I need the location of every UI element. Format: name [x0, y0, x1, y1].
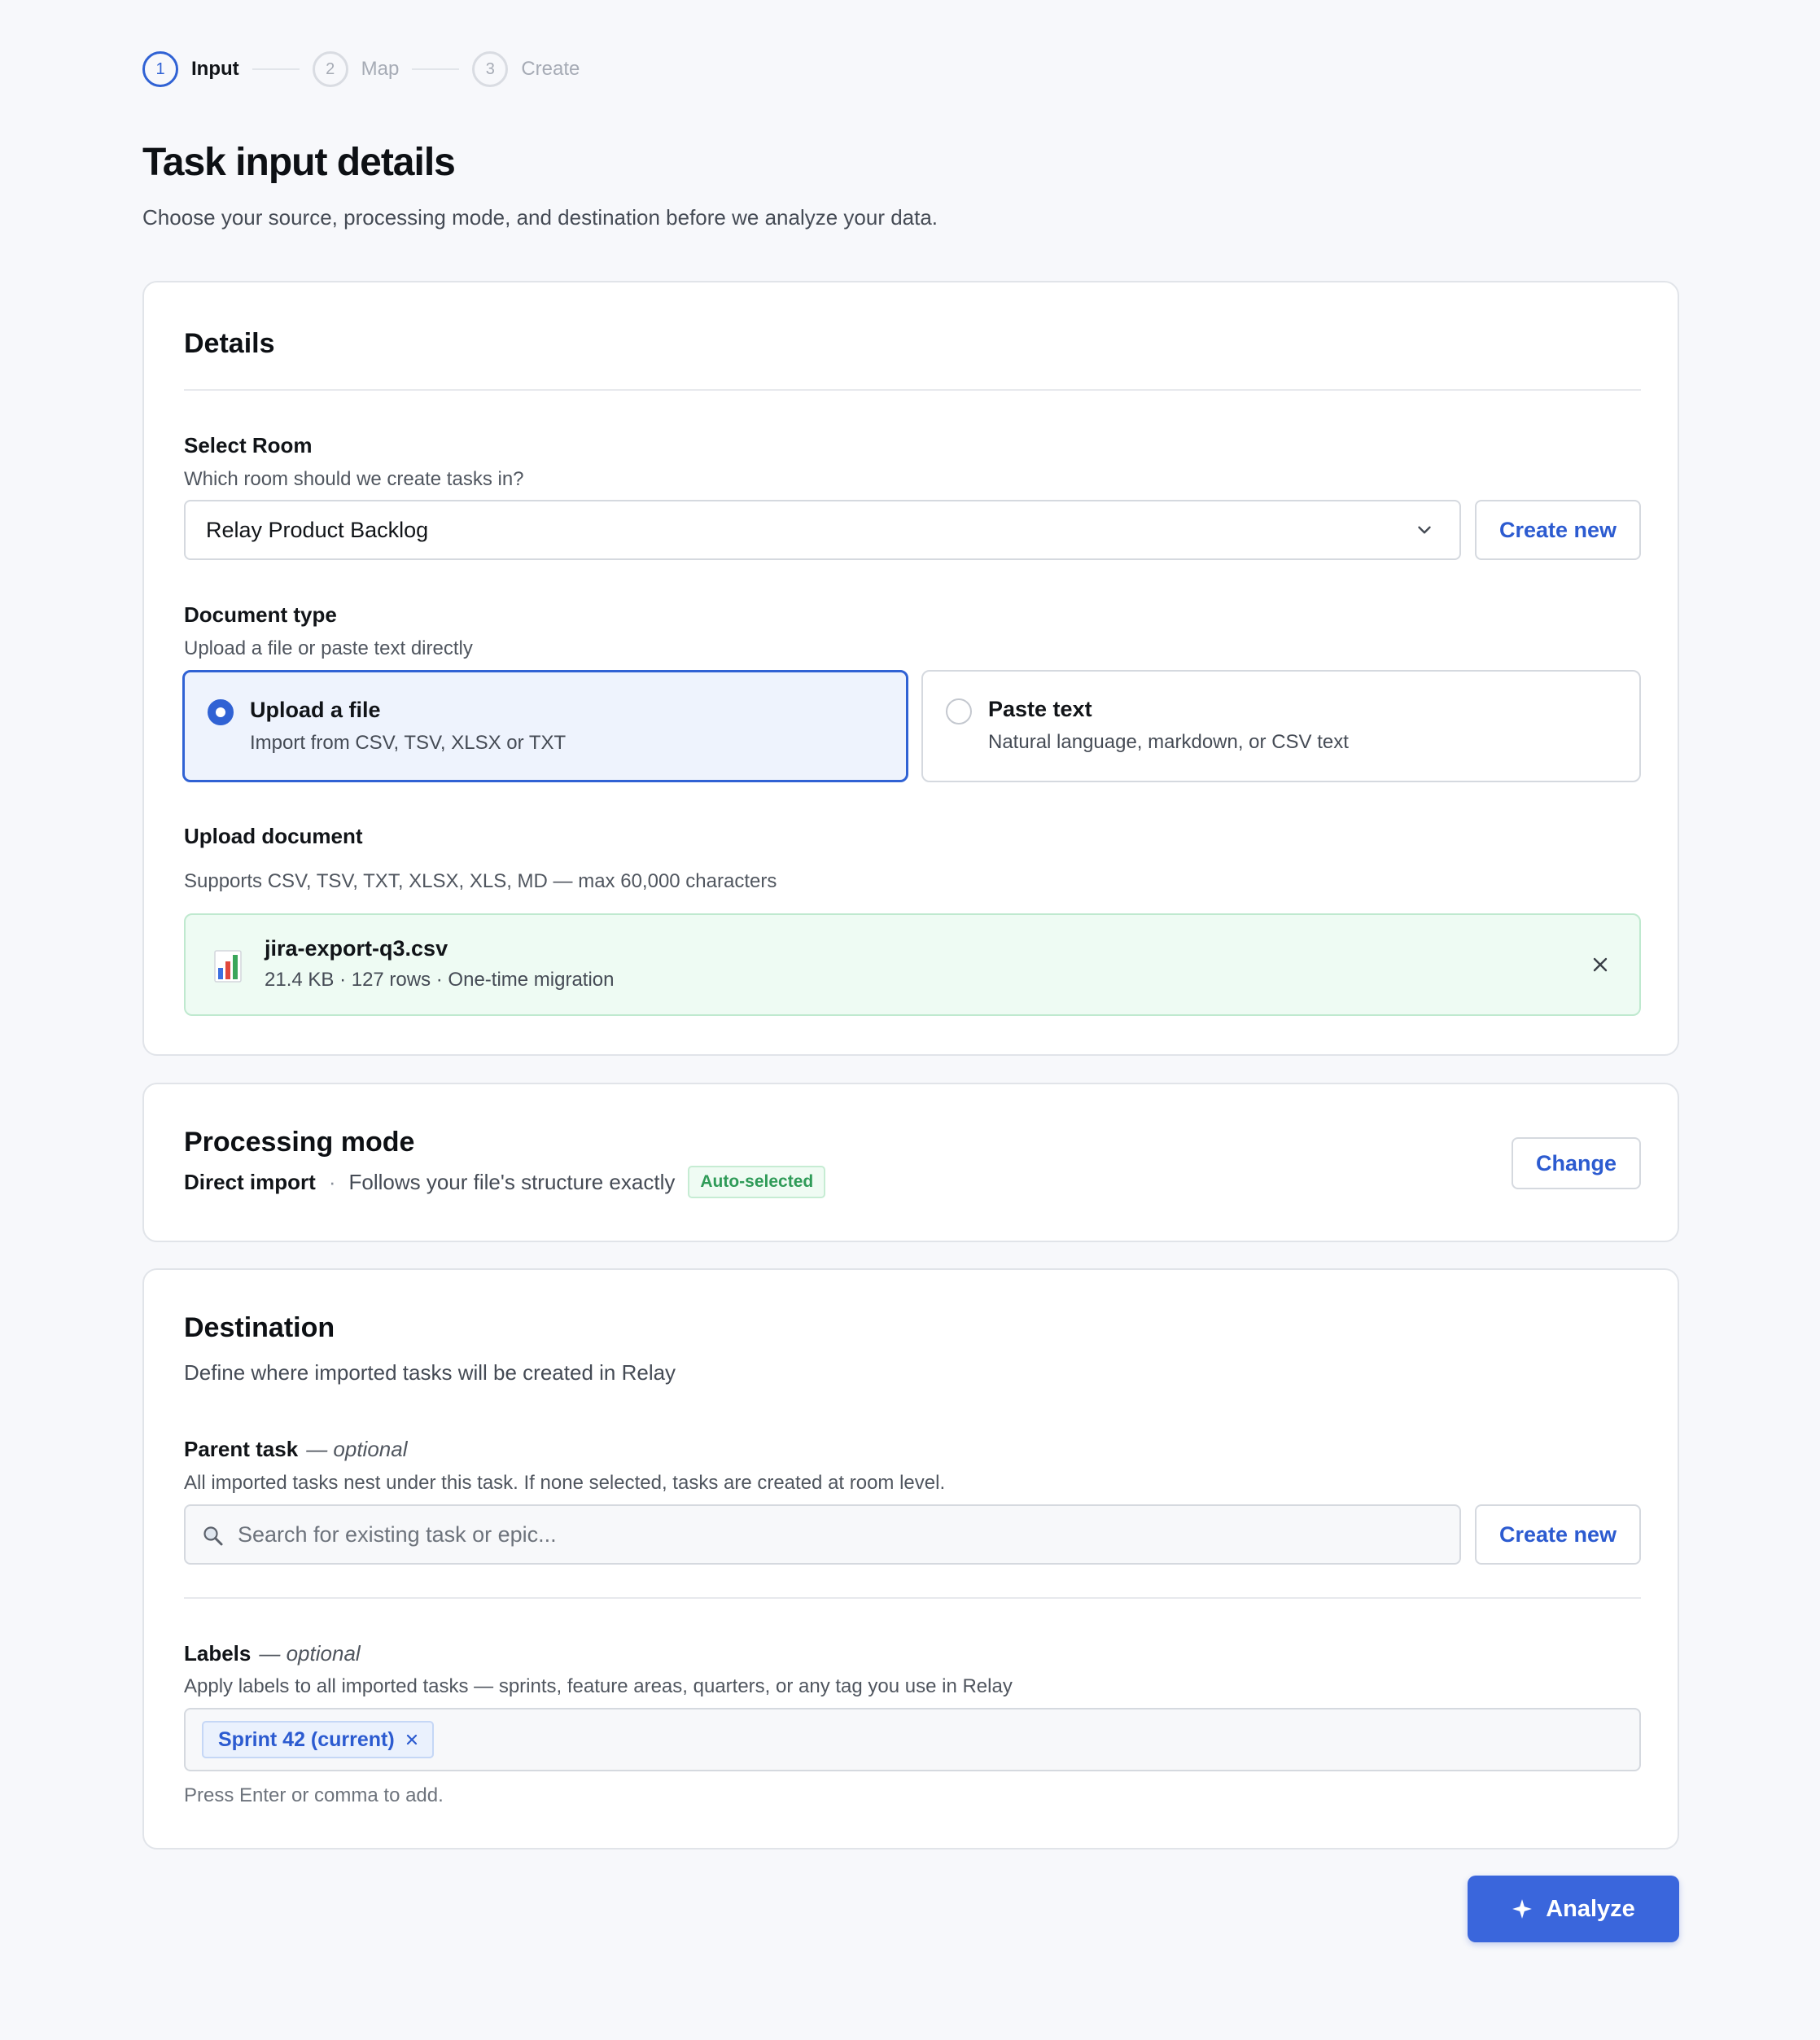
- labels-label-text: Labels: [184, 1641, 252, 1666]
- room-label: Select Room: [184, 433, 313, 457]
- labels-label: Labels — optional: [184, 1641, 361, 1666]
- option-desc: Import from CSV, TSV, XLSX or TXT: [250, 732, 567, 754]
- step-input[interactable]: 1 Input: [142, 51, 239, 87]
- chevron-down-icon: [1418, 526, 1431, 534]
- file-name: jira-export-q3.csv: [265, 936, 448, 961]
- divider: [184, 389, 1641, 391]
- upload-label: Upload document: [184, 824, 363, 848]
- task-import-page: 1 Input 2 Map 3 Create Task input detail…: [0, 0, 1820, 2040]
- processing-mode: Direct import: [184, 1169, 316, 1194]
- option-title: Paste text: [988, 697, 1092, 721]
- create-room-button[interactable]: Create new: [1475, 500, 1641, 560]
- doc-type-help: Upload a file or paste text directly: [184, 637, 473, 659]
- create-parent-task-button[interactable]: Create new: [1475, 1504, 1641, 1565]
- parent-task-label-text: Parent task: [184, 1437, 299, 1461]
- divider: [184, 1597, 1641, 1599]
- label-tag-text: Sprint 42 (current): [218, 1727, 395, 1751]
- change-mode-button[interactable]: Change: [1512, 1137, 1641, 1189]
- doc-type-label: Document type: [184, 602, 337, 627]
- page-title: Task input details: [142, 141, 456, 184]
- analyze-button[interactable]: Analyze: [1468, 1876, 1679, 1942]
- step-number: 2: [312, 51, 348, 87]
- close-icon[interactable]: [1590, 955, 1610, 974]
- page-subtitle: Choose your source, processing mode, and…: [142, 205, 938, 230]
- remove-tag-icon[interactable]: [405, 1732, 419, 1747]
- uploaded-file: jira-export-q3.csv 21.4 KB · 127 rows · …: [184, 913, 1641, 1016]
- labels-help: Apply labels to all imported tasks — spr…: [184, 1675, 1013, 1697]
- search-icon: [203, 1526, 223, 1546]
- details-card: Details Select Room Which room should we…: [142, 281, 1679, 1056]
- search-placeholder: Search for existing task or epic...: [238, 1521, 557, 1547]
- parent-task-help: All imported tasks nest under this task.…: [184, 1472, 946, 1494]
- stepper: 1 Input 2 Map 3 Create: [142, 51, 580, 87]
- radio-unselected[interactable]: [946, 698, 972, 725]
- radio-selected[interactable]: [208, 699, 234, 725]
- labels-hint: Press Enter or comma to add.: [184, 1784, 444, 1806]
- step-connector: [252, 68, 300, 70]
- option-paste-text[interactable]: Paste text Natural language, markdown, o…: [921, 670, 1641, 782]
- parent-task-search[interactable]: Search for existing task or epic...: [184, 1504, 1461, 1565]
- label-tag[interactable]: Sprint 42 (current): [202, 1721, 434, 1758]
- processing-card: Processing mode Direct import · Follows …: [142, 1083, 1679, 1242]
- option-desc: Natural language, markdown, or CSV text: [988, 731, 1349, 753]
- room-select-value: Relay Product Backlog: [206, 517, 429, 542]
- status-badge: Auto-selected: [688, 1166, 826, 1198]
- option-title: Upload a file: [250, 698, 381, 722]
- labels-input[interactable]: Sprint 42 (current): [184, 1708, 1641, 1771]
- bar-chart-icon: [214, 950, 242, 983]
- parent-task-label: Parent task — optional: [184, 1437, 408, 1462]
- optional-note: — optional: [306, 1437, 408, 1461]
- step-number: 1: [142, 51, 178, 87]
- processing-summary: Direct import · Follows your file's stru…: [184, 1166, 826, 1198]
- file-meta: 21.4 KB · 127 rows · One-time migration: [265, 969, 615, 991]
- room-help: Which room should we create tasks in?: [184, 468, 524, 490]
- step-number: 3: [472, 51, 509, 87]
- upload-help: Supports CSV, TSV, TXT, XLSX, XLS, MD — …: [184, 870, 777, 892]
- step-create[interactable]: 3 Create: [472, 51, 580, 87]
- step-label: Map: [361, 58, 400, 80]
- destination-card: Destination Define where imported tasks …: [142, 1268, 1679, 1850]
- room-select[interactable]: Relay Product Backlog: [184, 500, 1461, 560]
- step-connector: [412, 68, 460, 70]
- details-title: Details: [184, 328, 275, 359]
- step-label: Input: [191, 58, 239, 80]
- step-label: Create: [521, 58, 580, 80]
- sparkle-icon: [1512, 1899, 1533, 1919]
- optional-note: — optional: [259, 1641, 361, 1666]
- destination-title: Destination: [184, 1312, 335, 1343]
- option-upload-file[interactable]: Upload a file Import from CSV, TSV, XLSX…: [182, 670, 908, 782]
- separator: ·: [328, 1169, 336, 1194]
- step-map[interactable]: 2 Map: [312, 51, 400, 87]
- processing-desc: Follows your file's structure exactly: [348, 1169, 676, 1194]
- destination-subtitle: Define where imported tasks will be crea…: [184, 1360, 676, 1385]
- analyze-label: Analyze: [1546, 1895, 1635, 1922]
- processing-title: Processing mode: [184, 1127, 415, 1158]
